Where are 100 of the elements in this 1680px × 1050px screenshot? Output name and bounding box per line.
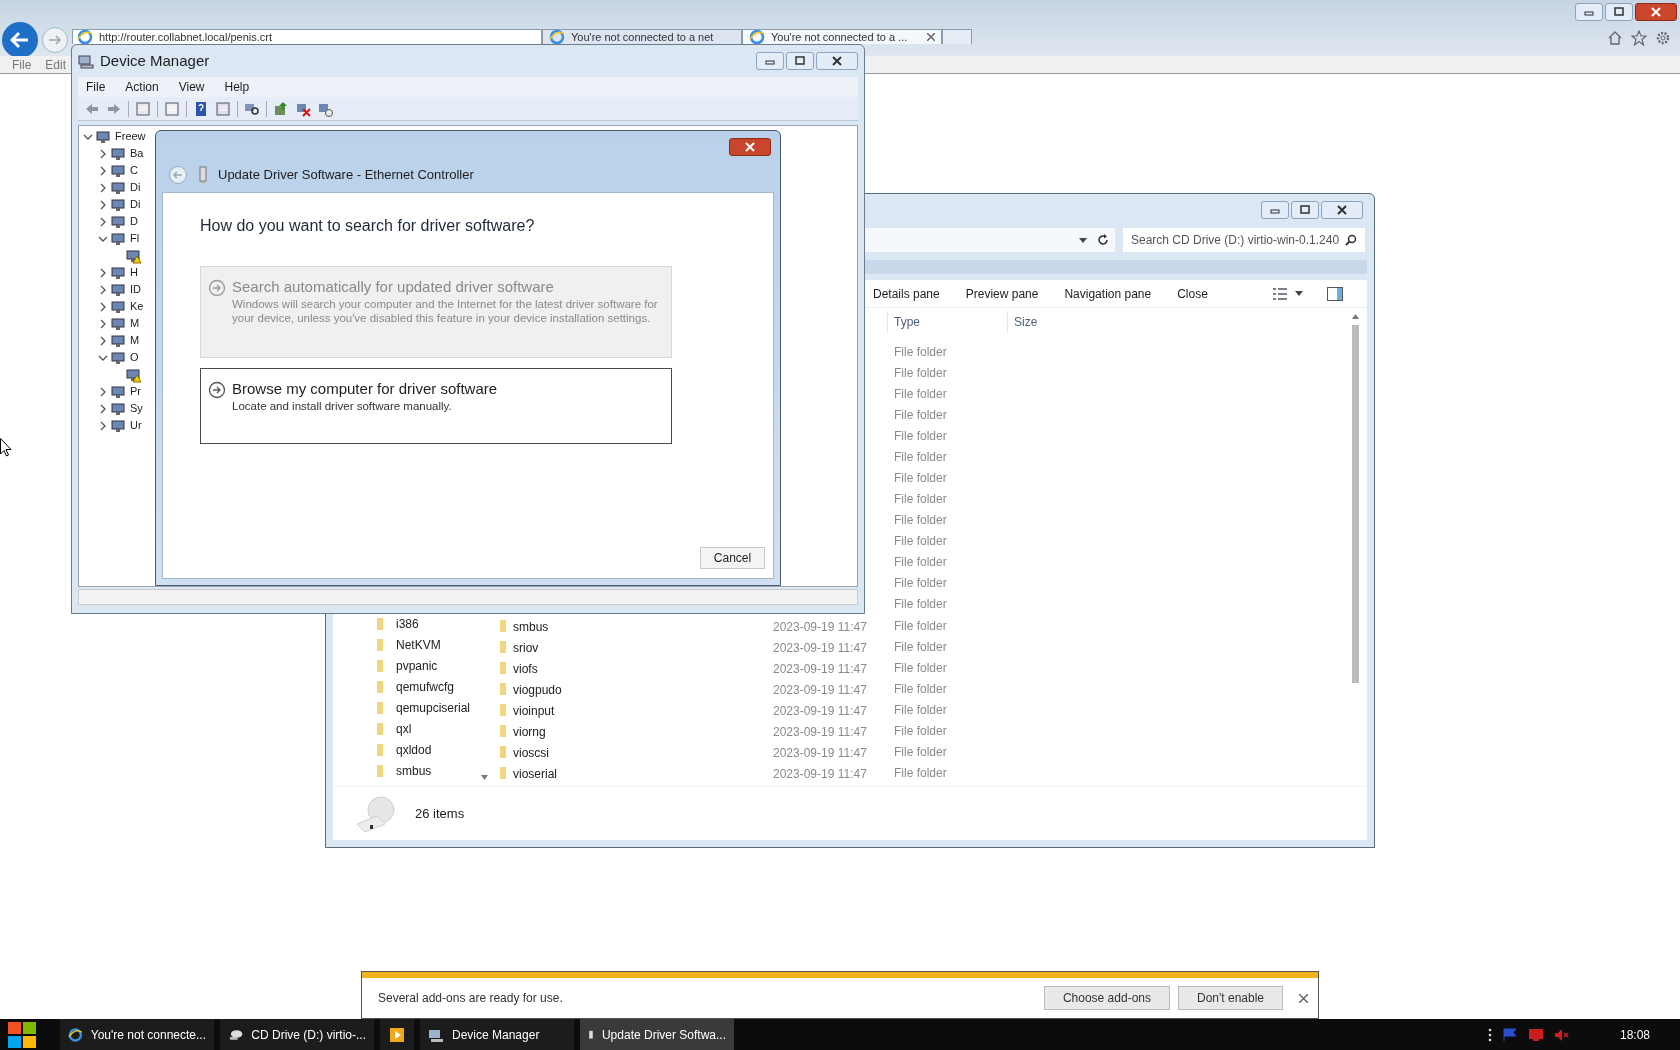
- maximize-button[interactable]: [786, 52, 814, 70]
- cancel-button[interactable]: Cancel: [700, 547, 765, 569]
- maximize-button[interactable]: [1291, 201, 1319, 219]
- file-name[interactable]: viofs: [513, 662, 538, 676]
- chevron-right-icon[interactable]: [98, 420, 108, 431]
- star-icon[interactable]: [1631, 30, 1647, 46]
- tree-item[interactable]: M: [130, 318, 140, 329]
- file-name[interactable]: viorng: [513, 725, 546, 739]
- file-name[interactable]: vioscsi: [513, 746, 549, 760]
- chevron-right-icon[interactable]: [98, 386, 108, 397]
- close-icon[interactable]: [927, 33, 935, 41]
- refresh-icon[interactable]: [1097, 234, 1109, 246]
- monitor-icon[interactable]: [1527, 1027, 1544, 1042]
- nav-item[interactable]: qemufwcfg: [396, 677, 455, 696]
- close-button[interactable]: [729, 138, 771, 156]
- file-name[interactable]: smbus: [513, 620, 549, 634]
- back-button[interactable]: [2, 22, 38, 58]
- chevron-right-icon[interactable]: [98, 182, 108, 193]
- menu-item[interactable]: File: [12, 55, 32, 74]
- minimize-button[interactable]: [1261, 201, 1289, 219]
- file-name[interactable]: viogpudo: [513, 683, 562, 697]
- close-icon[interactable]: [1299, 993, 1308, 1003]
- chevron-right-icon[interactable]: [98, 335, 108, 346]
- taskbar-button[interactable]: You're not connecte...: [60, 1019, 214, 1050]
- browser-tab[interactable]: You're not connected to a ...: [742, 29, 942, 44]
- view-options-icon[interactable]: [1273, 287, 1287, 300]
- toolbar-button[interactable]: Navigation pane: [1064, 284, 1152, 303]
- chevron-right-icon[interactable]: [98, 301, 108, 312]
- tree-item[interactable]: Ke: [130, 301, 144, 312]
- maximize-button[interactable]: [1605, 3, 1633, 21]
- tree-item[interactable]: Ba: [130, 148, 144, 159]
- help-icon[interactable]: [193, 100, 209, 117]
- tree-item[interactable]: Di: [130, 182, 141, 193]
- tree-item[interactable]: Di: [130, 199, 141, 210]
- home-icon[interactable]: [1607, 30, 1623, 46]
- tree-item[interactable]: D: [130, 216, 138, 227]
- chevron-right-icon[interactable]: [98, 318, 108, 329]
- tree-item[interactable]: Sy: [130, 403, 143, 414]
- file-name[interactable]: vioserial: [513, 767, 557, 781]
- notification-button[interactable]: Choose add-ons: [1043, 986, 1170, 1010]
- taskbar-button[interactable]: Update Driver Softwa...: [580, 1019, 734, 1050]
- toolbar-button[interactable]: Details pane: [873, 284, 940, 303]
- toolbar-button[interactable]: Close: [1177, 284, 1208, 303]
- nav-item[interactable]: qxl: [396, 719, 412, 738]
- scroll-down-icon[interactable]: [481, 775, 488, 780]
- nav-item[interactable]: pvpanic: [396, 656, 438, 675]
- browser-tab[interactable]: You're not connected to a net: [542, 29, 742, 44]
- menu-item[interactable]: Help: [216, 78, 258, 96]
- tree-item[interactable]: M: [130, 335, 140, 346]
- chevron-right-icon[interactable]: [98, 403, 108, 414]
- nav-item[interactable]: qxldod: [396, 740, 432, 759]
- taskbar-button[interactable]: [380, 1019, 414, 1050]
- option-card[interactable]: Browse my computer for driver software Locate and install driver software manually.: [200, 368, 672, 444]
- chevron-right-icon[interactable]: [98, 199, 108, 210]
- tree-item[interactable]: C: [130, 165, 138, 176]
- nav-item[interactable]: NetKVM: [396, 635, 441, 654]
- nav-item[interactable]: i386: [396, 614, 419, 633]
- dropdown-icon[interactable]: [1079, 237, 1087, 243]
- tree-item[interactable]: Freew: [115, 131, 146, 142]
- close-button[interactable]: [1635, 3, 1677, 21]
- chevron-right-icon[interactable]: [98, 165, 108, 176]
- tree-item[interactable]: O: [130, 352, 139, 363]
- settings-icon[interactable]: [1655, 30, 1671, 46]
- scroll-up-icon[interactable]: [1351, 314, 1359, 319]
- menu-item[interactable]: View: [170, 78, 213, 96]
- chevron-right-icon[interactable]: [98, 267, 108, 278]
- search-field[interactable]: Search CD Drive (D:) virtio-win-0.1.240: [1123, 228, 1365, 252]
- close-button[interactable]: [816, 52, 858, 70]
- chevron-right-icon[interactable]: [98, 216, 108, 227]
- tree-item[interactable]: ID: [130, 284, 141, 295]
- menu-item[interactable]: Edit: [45, 55, 67, 74]
- flag-icon[interactable]: [1501, 1027, 1518, 1042]
- close-button[interactable]: [1321, 201, 1363, 219]
- menu-item[interactable]: Action: [117, 78, 167, 96]
- nav-item[interactable]: smbus: [396, 761, 432, 780]
- column-header[interactable]: Size: [1007, 311, 1087, 333]
- date-modified: 2023-09-19 11:47: [773, 725, 867, 739]
- chevron-right-icon[interactable]: [98, 148, 108, 159]
- file-name[interactable]: sriov: [513, 641, 539, 655]
- tree-item[interactable]: Fl: [130, 233, 140, 244]
- dropdown-icon[interactable]: [1295, 291, 1303, 296]
- taskbar-button[interactable]: Device Manager: [420, 1019, 574, 1050]
- overflow-icon[interactable]: [1487, 1027, 1492, 1042]
- menu-item[interactable]: File: [78, 78, 114, 96]
- column-header[interactable]: Type: [887, 311, 1007, 333]
- file-name[interactable]: vioinput: [513, 704, 555, 718]
- preview-pane-icon[interactable]: [1327, 286, 1343, 301]
- tree-item[interactable]: Ur: [130, 420, 142, 431]
- tree-item[interactable]: H: [130, 267, 138, 278]
- tree-item[interactable]: Pr: [130, 386, 141, 397]
- taskbar-button[interactable]: CD Drive (D:) virtio-...: [220, 1019, 374, 1050]
- toolbar-button[interactable]: Preview pane: [965, 284, 1039, 303]
- chevron-right-icon[interactable]: [98, 284, 108, 295]
- minimize-button[interactable]: [1575, 3, 1603, 21]
- address-bar[interactable]: http://router.collabnet.local/penis.crt: [72, 29, 542, 44]
- speaker-icon[interactable]: [1553, 1027, 1570, 1042]
- update-driver-icon[interactable]: [273, 100, 289, 117]
- nav-item[interactable]: qemupciserial: [396, 698, 471, 717]
- notification-button[interactable]: Don't enable: [1178, 986, 1283, 1010]
- minimize-button[interactable]: [756, 52, 784, 70]
